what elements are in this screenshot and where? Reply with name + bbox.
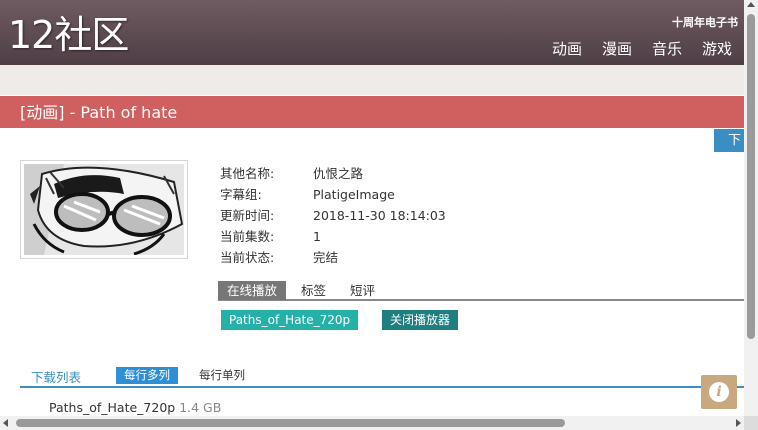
- single-column-toggle[interactable]: 每行单列: [199, 367, 245, 384]
- tab-online-play[interactable]: 在线播放: [218, 281, 287, 300]
- cover-image: [20, 160, 188, 259]
- info-row-episodes: 当前集数: 1: [220, 226, 446, 247]
- scroll-up-arrow-icon[interactable]: [747, 2, 755, 7]
- nav-item-games[interactable]: 游戏: [702, 38, 732, 59]
- info-label: 当前状态:: [220, 250, 275, 265]
- info-row-subgroup: 字幕组: PlatigeImage: [220, 184, 446, 205]
- scroll-right-arrow-icon[interactable]: [736, 419, 741, 427]
- info-label: 其他名称:: [220, 166, 275, 181]
- cover-artwork: [24, 164, 184, 255]
- scrollbar-corner: [744, 416, 758, 430]
- file-name[interactable]: Paths_of_Hate_720p: [49, 400, 175, 415]
- info-row-updated: 更新时间: 2018-11-30 18:14:03: [220, 205, 446, 226]
- multi-column-toggle[interactable]: 每行多列: [116, 367, 178, 384]
- info-button[interactable]: i: [701, 375, 737, 409]
- close-player-button[interactable]: 关闭播放器: [382, 310, 459, 330]
- tab-reviews[interactable]: 短评: [341, 281, 384, 300]
- header-band: [0, 65, 744, 95]
- info-value: 仇恨之路: [313, 166, 364, 181]
- info-value: 1: [313, 229, 321, 244]
- info-row-status: 当前状态: 完结: [220, 247, 446, 268]
- page-title: [动画] - Path of hate: [0, 96, 744, 128]
- site-header: 12社区 十周年电子书 动画 漫画 音乐 游戏: [0, 0, 744, 65]
- detail-tabs: 在线播放 标签 短评: [218, 281, 744, 301]
- nav-item-comics[interactable]: 漫画: [602, 38, 632, 59]
- horizontal-scrollbar[interactable]: [0, 416, 744, 430]
- download-list-label[interactable]: 下载列表: [31, 367, 81, 386]
- download-divider: [20, 386, 744, 388]
- main-nav: 动画 漫画 音乐 游戏: [552, 38, 732, 59]
- info-label: 当前集数:: [220, 229, 275, 244]
- play-episode-button[interactable]: Paths_of_Hate_720p: [221, 310, 359, 330]
- nav-item-music[interactable]: 音乐: [652, 38, 682, 59]
- ebook-link[interactable]: 十周年电子书: [672, 14, 738, 30]
- tab-tags[interactable]: 标签: [292, 281, 335, 300]
- nav-item-anime[interactable]: 动画: [552, 38, 582, 59]
- file-size: 1.4 GB: [179, 400, 222, 415]
- scroll-left-arrow-icon[interactable]: [3, 419, 8, 427]
- download-file-item[interactable]: Paths_of_Hate_720p 1.4 GB: [49, 400, 221, 415]
- info-row-alias: 其他名称: 仇恨之路: [220, 163, 446, 184]
- site-logo[interactable]: 12社区: [8, 12, 129, 58]
- horizontal-scroll-thumb[interactable]: [16, 419, 565, 427]
- download-tab[interactable]: 下: [714, 129, 744, 152]
- info-value[interactable]: PlatigeImage: [313, 184, 395, 205]
- vertical-scroll-thumb[interactable]: [747, 14, 755, 339]
- info-label: 更新时间:: [220, 208, 275, 223]
- vertical-scrollbar[interactable]: [744, 0, 758, 430]
- info-value: 完结: [313, 250, 339, 265]
- info-label: 字幕组:: [220, 187, 262, 202]
- info-value: 2018-11-30 18:14:03: [313, 208, 446, 223]
- page: 12社区 十周年电子书 动画 漫画 音乐 游戏 [动画] - Path of h…: [0, 0, 758, 430]
- info-table: 其他名称: 仇恨之路 字幕组: PlatigeImage 更新时间: 2018-…: [220, 163, 446, 268]
- info-icon: i: [709, 382, 729, 402]
